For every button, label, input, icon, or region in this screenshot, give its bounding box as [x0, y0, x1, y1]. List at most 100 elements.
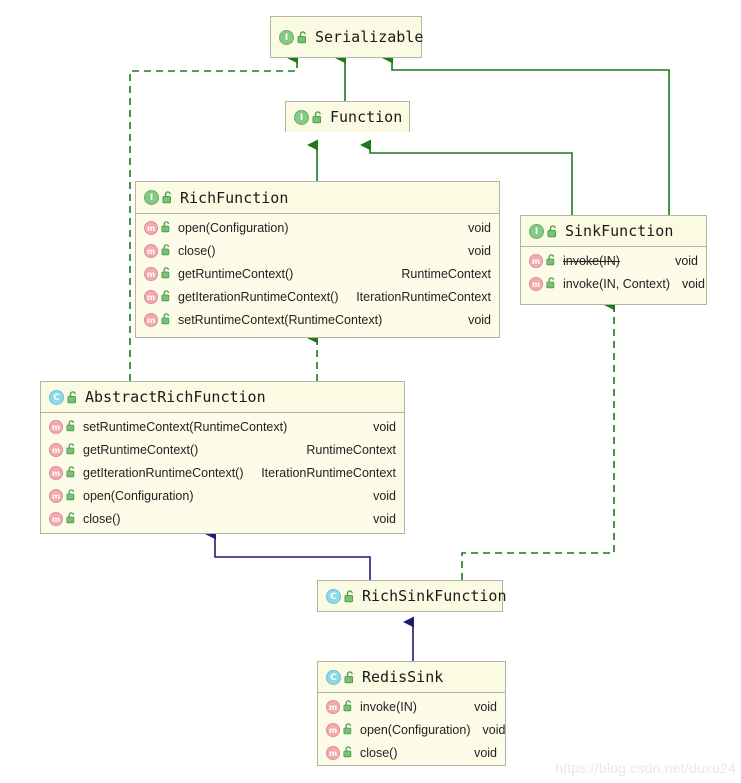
- unlocked-padlock-icon: [162, 191, 174, 204]
- edge-richsinkfunction-to-abstractrichfunction: [205, 528, 371, 580]
- unlocked-padlock-icon: [312, 110, 324, 124]
- member-name-label: setRuntimeContext(RuntimeContext): [178, 312, 383, 327]
- member-name-label: invoke(IN, Context): [563, 276, 670, 291]
- class-name-label: SinkFunction: [565, 222, 674, 240]
- method-icon: m: [144, 220, 158, 235]
- member-type-label: void: [468, 220, 491, 235]
- class-node-redissink[interactable]: C RedisSink m invoke(IN) void m open(Con…: [317, 661, 506, 766]
- class-node-sinkfunction[interactable]: I SinkFunction m invoke(IN) void m invok…: [520, 215, 707, 305]
- unlocked-padlock-icon: [66, 489, 78, 502]
- unlocked-padlock-icon: [344, 589, 356, 603]
- member-row[interactable]: m setRuntimeContext(RuntimeContext) void: [136, 308, 499, 331]
- unlocked-padlock-icon: [66, 443, 78, 456]
- method-icon: m: [49, 442, 63, 457]
- unlocked-padlock-icon: [66, 512, 78, 525]
- member-type-label: void: [482, 722, 506, 737]
- member-type-label: void: [468, 243, 491, 258]
- member-type-label: void: [468, 312, 491, 327]
- method-icon: m: [144, 266, 158, 281]
- class-name-label: RichFunction: [180, 188, 289, 207]
- member-name-label: close(): [178, 243, 216, 258]
- class-title-redissink: C RedisSink: [318, 662, 505, 693]
- unlocked-padlock-icon: [66, 420, 78, 433]
- interface-icon: I: [529, 223, 544, 239]
- member-name-label: invoke(IN): [360, 699, 417, 714]
- unlocked-padlock-icon: [161, 290, 173, 303]
- unlocked-padlock-icon: [343, 723, 355, 736]
- member-type-label: RuntimeContext: [306, 442, 396, 457]
- member-name-label: setRuntimeContext(RuntimeContext): [83, 419, 288, 434]
- method-icon: m: [326, 699, 340, 714]
- member-row[interactable]: m open(Configuration) void: [136, 216, 499, 239]
- member-name-label: getIterationRuntimeContext(): [83, 465, 244, 480]
- method-icon: m: [144, 289, 158, 304]
- interface-icon: I: [279, 29, 294, 45]
- member-row[interactable]: m setRuntimeContext(RuntimeContext) void: [41, 415, 404, 438]
- method-icon: m: [326, 745, 340, 760]
- method-icon: m: [49, 419, 63, 434]
- class-node-richsinkfunction[interactable]: C RichSinkFunction: [317, 580, 507, 612]
- class-node-abstractrichfunction[interactable]: C AbstractRichFunction m setRuntimeConte…: [40, 381, 405, 534]
- unlocked-padlock-icon: [344, 670, 356, 684]
- class-name-label: RichSinkFunction: [362, 587, 507, 605]
- class-title-function: I Function: [286, 102, 409, 132]
- unlocked-padlock-icon: [67, 390, 79, 404]
- method-icon: m: [49, 465, 63, 480]
- member-row[interactable]: m close() void: [41, 507, 404, 530]
- unlocked-padlock-icon: [546, 254, 558, 267]
- unlocked-padlock-icon: [546, 277, 558, 290]
- class-node-serializable[interactable]: I Serializable: [270, 16, 424, 58]
- class-title-abstractrichfunction: C AbstractRichFunction: [41, 382, 404, 413]
- member-row[interactable]: m getIterationRuntimeContext() Iteration…: [41, 461, 404, 484]
- method-icon: m: [529, 276, 543, 291]
- class-icon: C: [326, 669, 341, 685]
- class-icon: C: [326, 588, 341, 604]
- member-list: m invoke(IN) void m open(Configuration) …: [318, 693, 505, 767]
- class-icon: C: [49, 389, 64, 405]
- method-icon: m: [326, 722, 340, 737]
- member-name-label: getIterationRuntimeContext(): [178, 289, 339, 304]
- member-row[interactable]: m invoke(IN) void: [318, 695, 505, 718]
- member-row[interactable]: m getIterationRuntimeContext() Iteration…: [136, 285, 499, 308]
- member-list: m setRuntimeContext(RuntimeContext) void…: [41, 413, 404, 533]
- method-icon: m: [529, 253, 543, 268]
- class-node-function[interactable]: I Function: [285, 101, 410, 132]
- member-row[interactable]: m getRuntimeContext() RuntimeContext: [136, 262, 499, 285]
- member-type-label: void: [474, 745, 497, 760]
- method-icon: m: [49, 511, 63, 526]
- member-row[interactable]: m invoke(IN) void: [521, 249, 706, 272]
- class-name-label: RedisSink: [362, 668, 444, 686]
- method-icon: m: [144, 243, 158, 258]
- member-row[interactable]: m invoke(IN, Context) void: [521, 272, 706, 295]
- unlocked-padlock-icon: [297, 30, 309, 44]
- class-node-richfunction[interactable]: I RichFunction m open(Configuration) voi…: [135, 181, 500, 338]
- member-type-label: void: [373, 488, 396, 503]
- unlocked-padlock-icon: [161, 244, 173, 257]
- member-name-label: close(): [360, 745, 398, 760]
- class-name-label: Serializable: [315, 28, 424, 46]
- member-row[interactable]: m open(Configuration) void: [41, 484, 404, 507]
- class-title-richfunction: I RichFunction: [136, 182, 499, 214]
- member-type-label: IterationRuntimeContext: [261, 465, 396, 480]
- unlocked-padlock-icon: [343, 746, 355, 759]
- member-name-label: getRuntimeContext(): [83, 442, 199, 457]
- class-title-sinkfunction: I SinkFunction: [521, 216, 706, 247]
- member-type-label: IterationRuntimeContext: [356, 289, 491, 304]
- member-list: m invoke(IN) void m invoke(IN, Context) …: [521, 247, 706, 298]
- member-type-label: RuntimeContext: [401, 266, 491, 281]
- class-name-label: AbstractRichFunction: [85, 388, 266, 406]
- member-row[interactable]: m open(Configuration) void: [318, 718, 505, 741]
- member-name-label: getRuntimeContext(): [178, 266, 294, 281]
- member-name-label: open(Configuration): [83, 488, 194, 503]
- member-row[interactable]: m close() void: [318, 741, 505, 764]
- unlocked-padlock-icon: [161, 221, 173, 234]
- member-row[interactable]: m getRuntimeContext() RuntimeContext: [41, 438, 404, 461]
- member-type-label: void: [675, 253, 698, 268]
- member-type-label: void: [474, 699, 497, 714]
- member-row[interactable]: m close() void: [136, 239, 499, 262]
- class-name-label: Function: [330, 108, 403, 126]
- member-name-label: close(): [83, 511, 121, 526]
- class-title-richsinkfunction: C RichSinkFunction: [318, 581, 507, 611]
- unlocked-padlock-icon: [66, 466, 78, 479]
- member-name-label: invoke(IN): [563, 253, 620, 268]
